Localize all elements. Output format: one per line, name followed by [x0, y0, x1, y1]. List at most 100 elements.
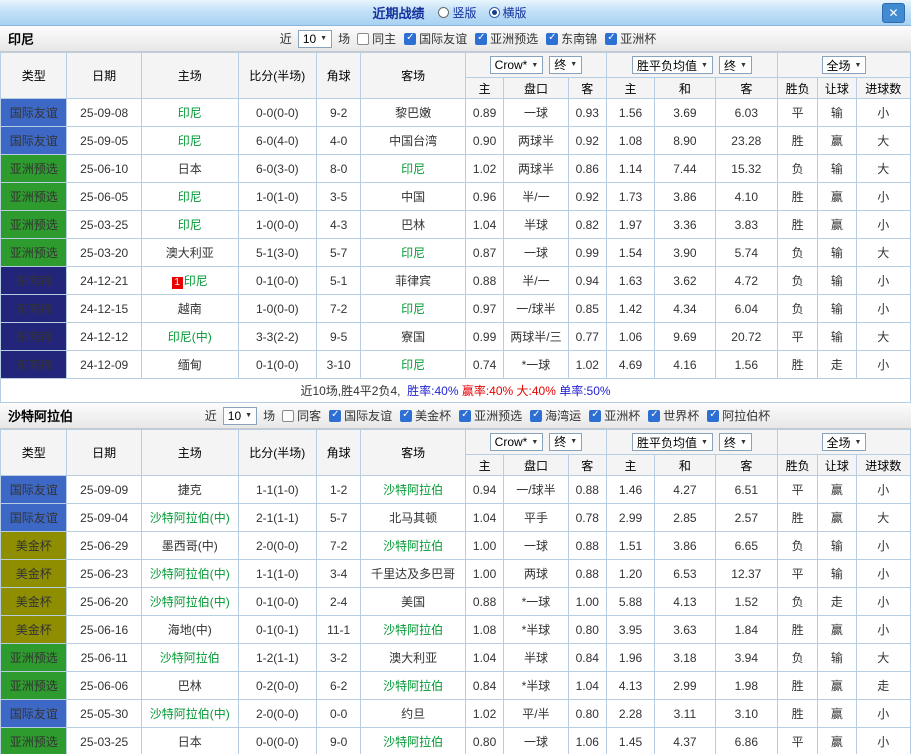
mean-draw-odds: 9.69 — [654, 322, 716, 351]
mean-odds-select-value: 胜平负均值 — [637, 435, 698, 450]
odds-provider-select[interactable]: Crow* ▼ — [489, 433, 544, 452]
handicap-line: 一/球半 — [503, 475, 569, 504]
match-count-select[interactable]: 10 ▼ — [297, 29, 333, 48]
chevron-down-icon: ▼ — [320, 35, 328, 42]
home-team-cell: 沙特阿拉伯(中) — [140, 699, 239, 728]
mean-odds-select[interactable]: 胜平负均值 ▼ — [632, 56, 713, 74]
mean-away-odds: 6.51 — [714, 475, 779, 504]
home-team-cell: 澳大利亚 — [140, 238, 239, 267]
match-date: 25-06-20 — [66, 587, 142, 616]
col-header-mean-home: 主 — [605, 454, 656, 476]
home-team-name: 印尼 — [177, 218, 202, 232]
results-table-indonesia: 类型 日期 主场 比分(半场) 角球 客场 Crow* ▼ 终 ▼ 胜平负均值 ▼ 终 ▼ 全场 ▼ 主盘口客主… — [0, 52, 911, 403]
home-odds: 0.80 — [464, 727, 505, 754]
handicap-result: 赢 — [817, 699, 857, 728]
home-odds: 0.88 — [464, 587, 505, 616]
layout-radio-horizontal[interactable]: 横版 — [488, 4, 527, 21]
match-row: 美金杯 25-06-29 墨西哥(中) 2-0(0-0) 7-2 沙特阿拉伯 1.00 一球 0… — [0, 531, 911, 560]
home-team-name: 日本 — [177, 162, 202, 176]
handicap-result: 走 — [817, 350, 857, 379]
match-row: 东南锦 24-12-21 1 印尼 0-1(0-0) 5-1 菲律宾 0.88 半/一 0.94 1… — [0, 266, 911, 295]
handicap-result: 赢 — [817, 182, 857, 211]
odds-provider-select[interactable]: Crow* ▼ — [489, 56, 544, 75]
mean-home-odds: 1.96 — [605, 643, 656, 672]
match-score: 0-1(0-0) — [237, 350, 318, 379]
home-team-name: 越南 — [177, 302, 202, 316]
mean-home-odds: 4.69 — [605, 350, 656, 379]
league-filter-checkbox[interactable]: 亚洲杯 — [605, 30, 656, 47]
same-venue-checkbox-label: 同客 — [297, 409, 322, 423]
mean-odds-header-group: 胜平负均值 ▼ 终 ▼ — [605, 429, 779, 455]
away-team-cell: 约旦 — [360, 699, 466, 728]
home-odds: 1.00 — [464, 531, 505, 560]
handicap-line: 半/一 — [503, 182, 569, 211]
goals-result: 小 — [855, 294, 911, 323]
layout-radio-vertical[interactable]: 竖版 — [438, 4, 477, 21]
home-team-name: 印尼 — [177, 134, 202, 148]
handicap-line: 平手 — [503, 503, 569, 532]
away-team-cell: 巴林 — [360, 210, 466, 239]
league-filter-checkbox[interactable]: 国际友谊 — [404, 30, 467, 47]
league-filter-checkbox[interactable]: 亚洲杯 — [589, 407, 640, 424]
home-team-name: 沙特阿拉伯(中) — [149, 707, 230, 721]
away-team-name: 北马其顿 — [389, 511, 438, 525]
league-filter-checkbox[interactable]: 美金杯 — [400, 407, 451, 424]
home-team-name: 澳大利亚 — [165, 246, 214, 260]
match-date: 25-09-04 — [66, 503, 142, 532]
close-button[interactable]: ✕ — [882, 3, 905, 23]
mean-stage-select[interactable]: 终 ▼ — [718, 433, 752, 451]
period-select[interactable]: 全场 ▼ — [821, 56, 867, 74]
match-date: 24-12-12 — [66, 322, 142, 351]
same-venue-checkbox[interactable]: 同客 — [282, 407, 321, 424]
home-team-name: 沙特阿拉伯(中) — [149, 511, 230, 525]
home-odds: 0.89 — [464, 98, 505, 127]
col-header-odds-away: 客 — [567, 454, 607, 476]
away-team-cell: 印尼 — [360, 350, 466, 379]
summary-prefix: 近10场,胜4平2负4, — [300, 384, 404, 398]
goals-result: 小 — [855, 559, 911, 588]
goals-result: 大 — [855, 126, 911, 155]
away-team-cell: 沙特阿拉伯 — [360, 615, 466, 644]
match-date: 24-12-09 — [66, 350, 142, 379]
handicap-line: 两球半 — [503, 126, 569, 155]
goals-result: 小 — [855, 98, 911, 127]
league-filter-checkbox-label: 亚洲杯 — [620, 32, 657, 46]
chevron-down-icon: ▼ — [701, 61, 708, 69]
league-filter-checkbox[interactable]: 亚洲预选 — [459, 407, 522, 424]
league-filter-checkbox[interactable]: 世界杯 — [648, 407, 699, 424]
away-odds: 0.88 — [567, 531, 607, 560]
same-venue-checkbox[interactable]: 同主 — [357, 30, 396, 47]
match-score: 2-0(0-0) — [237, 531, 318, 560]
league-filter-checkbox[interactable]: 东南锦 — [546, 30, 597, 47]
league-filter-checkbox[interactable]: 国际友谊 — [329, 407, 392, 424]
corner-count: 4-3 — [316, 210, 362, 239]
checkbox-icon — [400, 409, 413, 422]
col-header-type: 类型 — [0, 52, 68, 99]
match-count-select[interactable]: 10 ▼ — [222, 406, 258, 425]
league-filter-checkbox[interactable]: 海湾运 — [530, 407, 581, 424]
odds-stage-select[interactable]: 终 ▼ — [549, 55, 583, 74]
match-date: 25-06-23 — [66, 559, 142, 588]
period-select[interactable]: 全场 ▼ — [821, 433, 867, 451]
handicap-line: 一/球半 — [503, 294, 569, 323]
mean-home-odds: 1.51 — [605, 531, 656, 560]
match-row: 国际友谊 25-09-04 沙特阿拉伯(中) 2-1(1-1) 5-7 北马其顿 1.04 平… — [0, 503, 911, 532]
mean-odds-select[interactable]: 胜平负均值 ▼ — [632, 433, 713, 451]
league-filter-checkbox[interactable]: 阿拉伯杯 — [707, 407, 770, 424]
away-odds: 1.02 — [567, 350, 607, 379]
odds-stage-select[interactable]: 终 ▼ — [549, 432, 583, 451]
goals-result: 小 — [855, 350, 911, 379]
handicap-line: 两球半/三 — [503, 322, 569, 351]
home-team-cell: 印尼(中) — [140, 322, 239, 351]
chevron-down-icon: ▼ — [531, 438, 539, 446]
league-filter-checkbox[interactable]: 亚洲预选 — [475, 30, 538, 47]
handicap-line: *一球 — [503, 587, 569, 616]
col-header-date: 日期 — [66, 52, 142, 99]
corner-count: 1-2 — [316, 475, 362, 504]
league-filter-checkbox-label: 世界杯 — [663, 409, 700, 423]
mean-home-odds: 1.97 — [605, 210, 656, 239]
away-team-name: 千里达及多巴哥 — [371, 567, 456, 581]
home-team-cell: 沙特阿拉伯(中) — [140, 503, 239, 532]
mean-stage-select[interactable]: 终 ▼ — [718, 56, 752, 74]
mean-draw-odds: 3.18 — [654, 643, 716, 672]
